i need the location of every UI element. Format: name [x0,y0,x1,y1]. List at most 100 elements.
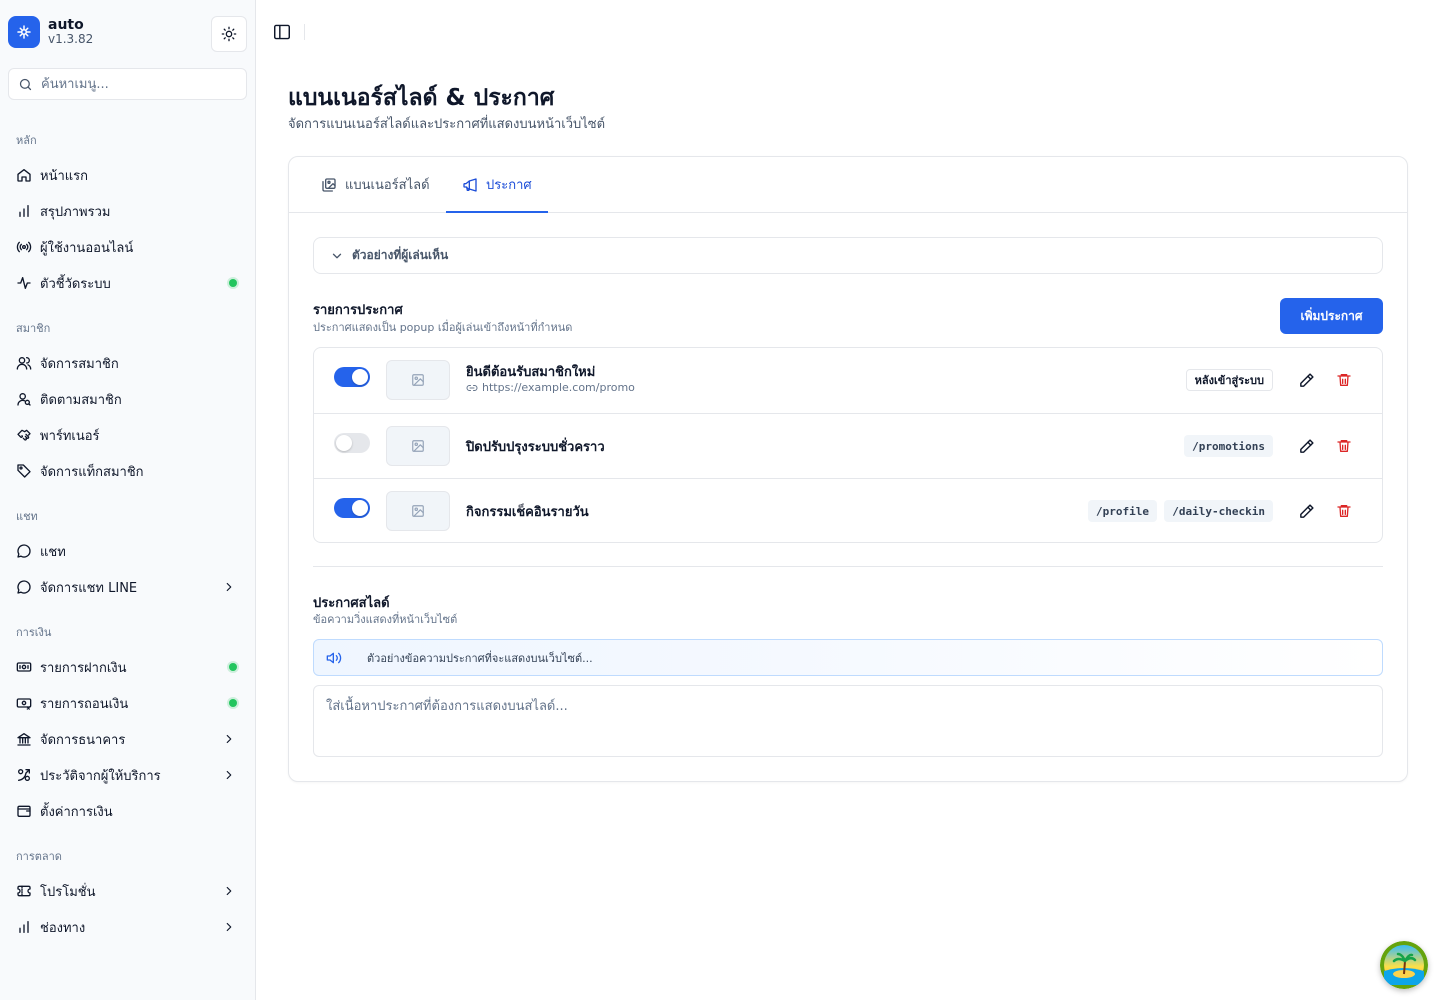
sidebar-item[interactable]: สรุปภาพรวม [8,195,248,227]
volume-icon [326,652,342,663]
sidebar-item[interactable]: จัดการสมาชิก [8,347,248,379]
sidebar-item-label: หน้าแรก [40,168,88,184]
app-name: auto [48,17,84,34]
page-subtitle: จัดการแบนเนอร์สไลด์และประกาศที่แสดงบนหน้… [288,117,606,132]
bank-icon [17,733,31,746]
edit-button[interactable] [1295,500,1317,522]
page-title: แบนเนอร์สไลด์ & ประกาศ [288,85,555,111]
chat-icon [17,544,31,558]
sidebar-item[interactable]: โปรโมชั่น [8,875,248,907]
sidebar-item[interactable]: ประวัติจากผู้ให้บริการ [8,759,248,791]
add-announcement-button[interactable]: เพิ่มประกาศ [1280,298,1383,334]
marquee-preview-text: ตัวอย่างข้อความประกาศที่จะแสดงบนเว็บไซต์… [367,651,593,665]
target-page-chip: /promotions [1184,435,1273,457]
sidebar: auto v1.3.82 หลักหน้าแรกสรุปภาพรวมผู้ใช้… [0,0,256,1000]
home-icon [17,169,31,182]
sidebar-item-label: ติดตามสมาชิก [40,392,122,408]
delete-button[interactable] [1333,435,1355,457]
sidebar-item-label: ตัวชี้วัดระบบ [40,276,111,292]
announcements-title: รายการประกาศ [313,303,403,318]
sidebar-item[interactable]: ติดตามสมาชิก [8,383,248,415]
activity-icon [17,277,31,289]
edit-button[interactable] [1295,435,1317,457]
section-divider [313,566,1383,567]
megaphone-icon [463,177,477,192]
sidebar-item[interactable]: พาร์ทเนอร์ [8,419,248,451]
sidebar-item[interactable]: รายการฝากเงิน [8,651,248,683]
tab-banner-slides[interactable]: แบนเนอร์สไลด์ [321,157,430,212]
sidebar-item[interactable]: ตั้งค่าการเงิน [8,795,248,827]
sidebar-item[interactable]: ผู้ใช้งานออนไลน์ [8,231,248,263]
tab-announcements[interactable]: ประกาศ [446,157,548,213]
status-dot [229,663,237,671]
announcement-list: ยินดีต้อนรับสมาชิกใหม่ https://example.c… [313,347,1383,543]
enable-switch[interactable] [334,367,370,387]
nav-group-label: การเงิน [16,626,52,639]
sidebar-item-label: จัดการธนาคาร [40,732,126,748]
sidebar-item[interactable]: ช่องทาง [8,911,248,943]
chevron-right-icon [226,922,232,932]
chevron-right-icon [226,734,232,744]
nav-group-label: การตลาด [16,850,62,863]
sidebar-item-label: พาร์ทเนอร์ [40,428,100,444]
enable-switch[interactable] [334,433,370,453]
island-avatar-icon [1380,941,1428,989]
trash-icon [1337,505,1351,517]
chevron-right-icon [226,770,232,780]
tab-bar: แบนเนอร์สไลด์ ประกาศ [289,157,1407,213]
sidebar-item-label: ประวัติจากผู้ให้บริการ [40,768,161,784]
bar-chart-icon [19,921,29,933]
chat-icon [17,580,31,594]
announcement-title: ปิดปรับปรุงระบบชั่วคราว [466,440,605,455]
tag-icon [17,464,31,478]
withdraw-icon [16,698,32,710]
theme-toggle-button[interactable] [211,16,247,52]
announcement-row: ยินดีต้อนรับสมาชิกใหม่ https://example.c… [314,348,1382,413]
edit-button[interactable] [1295,369,1317,391]
app-version: v1.3.82 [48,32,94,47]
nav-group-label: แชท [16,510,38,523]
banner-thumbnail [386,426,450,466]
wallet-icon [17,805,31,817]
announcement-row: ปิดปรับปรุงระบบชั่วคราว /promotions [314,413,1382,478]
sidebar-item-label: รายการถอนเงิน [40,696,129,712]
image-placeholder-icon [412,374,424,386]
search-input[interactable] [41,76,231,92]
delete-button[interactable] [1333,369,1355,391]
app-logo-icon [8,16,40,48]
sidebar-item-label: แชท [40,544,66,560]
user-search-icon [17,393,31,406]
panel-left-icon [274,24,290,40]
announcement-title: ยินดีต้อนรับสมาชิกใหม่ [466,365,596,380]
target-page-chip: /profile [1088,500,1157,522]
pencil-icon [1299,438,1314,453]
sidebar-item[interactable]: จัดการแท็กสมาชิก [8,455,248,487]
bar-chart-icon [19,205,29,217]
enable-switch[interactable] [334,498,370,518]
sidebar-item[interactable]: ตัวชี้วัดระบบ [8,267,248,299]
sidebar-item[interactable]: หน้าแรก [8,159,248,191]
announcement-link: https://example.com/promo [466,381,635,394]
floating-avatar-button[interactable] [1380,941,1428,989]
marquee-content-input[interactable] [313,685,1383,757]
sidebar-item[interactable]: จัดการแชท LINE [8,571,248,603]
sidebar-item[interactable]: รายการถอนเงิน [8,687,248,719]
sidebar-item-label: จัดการแท็กสมาชิก [40,464,144,480]
sidebar-item-label: จัดการแชท LINE [40,580,138,596]
sidebar-item-label: ตั้งค่าการเงิน [40,804,113,820]
preview-label: ตัวอย่างที่ผู้เล่นเห็น [352,248,449,262]
radio-icon [16,241,32,253]
banner-thumbnail [386,360,450,400]
sidebar-item[interactable]: จัดการธนาคาร [8,723,248,755]
topbar-divider [304,24,305,40]
history-icon [17,769,30,781]
delete-button[interactable] [1333,500,1355,522]
player-preview-toggle[interactable]: ตัวอย่างที่ผู้เล่นเห็น [313,237,1383,274]
toggle-sidebar-button[interactable] [271,22,293,42]
nav-group-label: หลัก [16,134,37,147]
marquee-description: ข้อความวิ่งแสดงที่หน้าเว็บไซต์ [313,613,458,626]
brand[interactable]: auto v1.3.82 [8,16,93,48]
sidebar-item[interactable]: แชท [8,535,248,567]
chevron-down-icon [332,253,342,258]
deposit-icon [16,662,32,672]
